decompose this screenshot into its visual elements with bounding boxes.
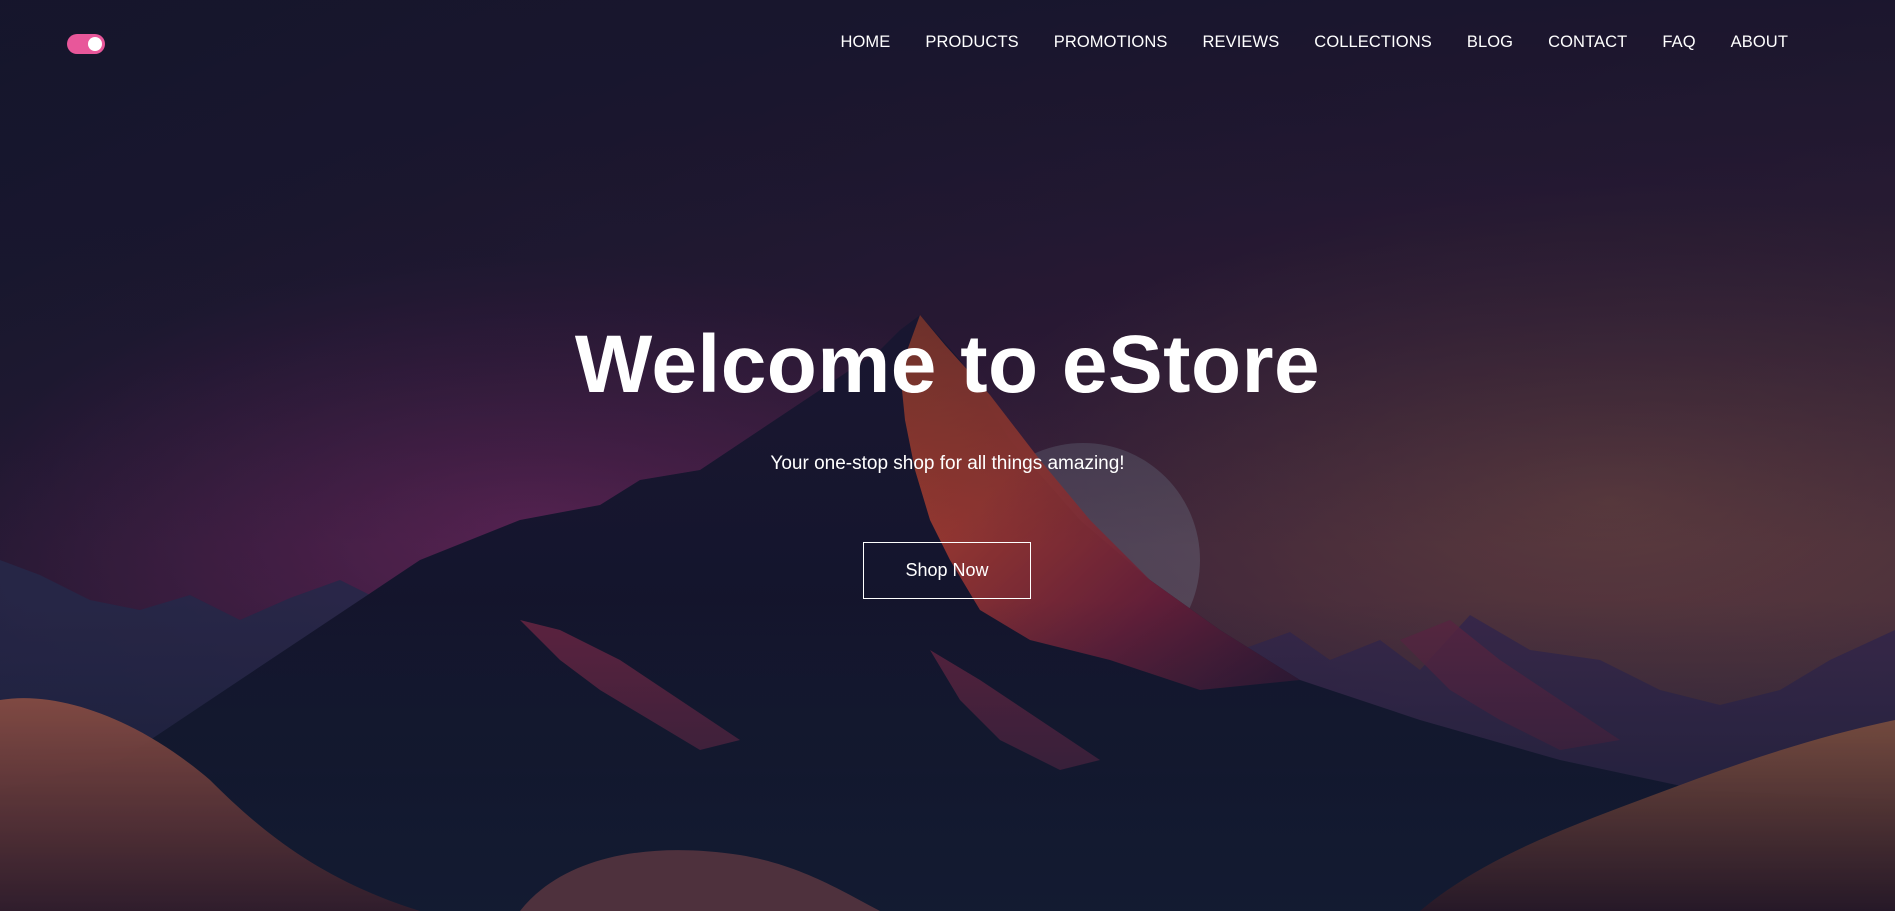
nav-item-about: ABOUT: [1731, 33, 1788, 52]
theme-toggle[interactable]: [67, 34, 105, 54]
nav-item-blog: BLOG: [1467, 33, 1513, 52]
nav-link-blog[interactable]: BLOG: [1467, 33, 1513, 51]
nav-item-reviews: REVIEWS: [1203, 33, 1280, 52]
toggle-knob: [88, 37, 102, 51]
hero-section: HOME PRODUCTS PROMOTIONS REVIEWS COLLECT…: [0, 0, 1895, 911]
nav-link-promotions[interactable]: PROMOTIONS: [1054, 33, 1168, 51]
nav-link-collections[interactable]: COLLECTIONS: [1314, 33, 1432, 51]
nav-item-promotions: PROMOTIONS: [1054, 33, 1168, 52]
nav-item-contact: CONTACT: [1548, 33, 1627, 52]
hero-subtitle: Your one-stop shop for all things amazin…: [770, 453, 1125, 474]
nav-link-reviews[interactable]: REVIEWS: [1203, 33, 1280, 51]
nav-link-contact[interactable]: CONTACT: [1548, 33, 1627, 51]
nav-item-faq: FAQ: [1662, 33, 1695, 52]
nav-item-products: PRODUCTS: [925, 33, 1018, 52]
nav-link-products[interactable]: PRODUCTS: [925, 33, 1018, 51]
nav-link-home[interactable]: HOME: [840, 33, 890, 51]
nav-item-home: HOME: [840, 33, 890, 52]
hero-title: Welcome to eStore: [574, 319, 1321, 410]
nav-item-collections: COLLECTIONS: [1314, 33, 1432, 52]
nav-link-about[interactable]: ABOUT: [1731, 33, 1788, 51]
shop-now-button[interactable]: Shop Now: [863, 542, 1031, 599]
main-nav: HOME PRODUCTS PROMOTIONS REVIEWS COLLECT…: [840, 33, 1788, 52]
nav-link-faq[interactable]: FAQ: [1662, 33, 1695, 51]
